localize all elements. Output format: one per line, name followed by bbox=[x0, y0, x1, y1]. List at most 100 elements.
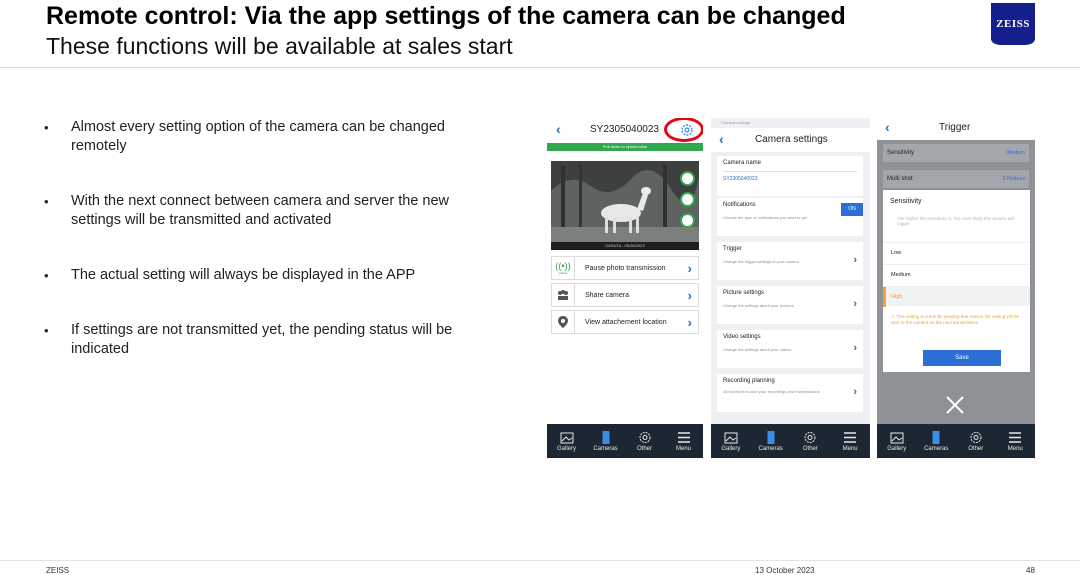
tab-label: Other bbox=[968, 445, 984, 452]
back-arrow-icon[interactable]: ‹ bbox=[719, 131, 724, 147]
tab-gallery[interactable]: Gallery bbox=[711, 431, 751, 452]
tab-label: Other bbox=[802, 445, 818, 452]
save-button[interactable]: Save bbox=[923, 350, 1001, 366]
bullet-list: Almost every setting option of the camer… bbox=[44, 118, 484, 359]
trigger-card[interactable]: Trigger Change the trigger settings of y… bbox=[717, 242, 863, 280]
card-title: Notifications bbox=[723, 202, 756, 208]
bottom-tab-bar: Gallery Cameras Other Menu bbox=[711, 424, 870, 458]
bullet-item: Almost every setting option of the camer… bbox=[44, 118, 484, 156]
card-title: Trigger bbox=[723, 246, 742, 252]
tab-label: Gallery bbox=[721, 445, 741, 452]
tab-cameras[interactable]: Cameras bbox=[751, 430, 791, 452]
option-medium[interactable]: Medium bbox=[883, 264, 1030, 284]
row-label: Pause photo transmission bbox=[585, 264, 666, 272]
camera-id: SY2305040023 bbox=[590, 124, 659, 135]
tab-label: Menu bbox=[675, 445, 691, 452]
phone-trigger-settings: ‹ Trigger Sensitivity Medium Multi shot … bbox=[877, 118, 1035, 458]
sensitivity-row[interactable]: Sensitivity Medium bbox=[883, 144, 1029, 162]
people-icon bbox=[552, 284, 575, 306]
back-arrow-icon[interactable]: ‹ bbox=[885, 119, 890, 135]
bottom-tab-bar: Gallery Cameras Other Menu bbox=[547, 424, 703, 458]
tab-cameras[interactable]: Cameras bbox=[586, 430, 625, 452]
tab-menu[interactable]: Menu bbox=[830, 431, 870, 452]
phone-camera-detail: ‹ SY2305040023 Pull down to synchronize … bbox=[547, 118, 703, 458]
camera-name-card[interactable]: Camera name SY2305040023 bbox=[717, 156, 863, 196]
signal-icon[interactable] bbox=[680, 192, 695, 207]
chevron-right-icon: › bbox=[687, 287, 692, 303]
tab-label: Cameras bbox=[924, 445, 949, 452]
tab-label: Menu bbox=[842, 445, 858, 452]
sd-card-icon[interactable] bbox=[680, 171, 695, 186]
notifications-toggle[interactable]: ON bbox=[841, 203, 863, 216]
footer-date: 13 October 2023 bbox=[755, 566, 815, 575]
tab-other[interactable]: Other bbox=[791, 431, 831, 452]
gear-icon bbox=[804, 431, 816, 443]
tab-gallery[interactable]: Gallery bbox=[547, 431, 586, 452]
picture-settings-card[interactable]: Picture settings Change the settings abo… bbox=[717, 286, 863, 324]
hamburger-icon bbox=[844, 431, 857, 443]
battery-icon[interactable] bbox=[680, 213, 695, 228]
notifications-card[interactable]: Notifications Choose the type of notific… bbox=[717, 198, 863, 236]
tab-gallery[interactable]: Gallery bbox=[877, 431, 917, 452]
row-label: Share camera bbox=[585, 291, 629, 299]
photo-caption: 04/04/15 - 05/26/2023 bbox=[551, 242, 699, 250]
gear-icon bbox=[970, 431, 982, 443]
tab-cameras[interactable]: Cameras bbox=[917, 430, 957, 452]
tab-label: Other bbox=[636, 445, 652, 452]
zeiss-logo-text: ZEISS bbox=[996, 18, 1030, 30]
card-description: All functions to plan your recordings an… bbox=[723, 389, 820, 394]
chevron-right-icon: › bbox=[853, 298, 857, 310]
bullet-item: If settings are not transmitted yet, the… bbox=[44, 321, 484, 359]
row-key: Multi shot bbox=[887, 176, 913, 182]
online-status: Online bbox=[558, 271, 568, 275]
row-label: View attachement location bbox=[585, 318, 667, 326]
camera-photo[interactable] bbox=[551, 161, 699, 249]
camera-icon bbox=[767, 430, 775, 444]
bullet-item: With the next connect between camera and… bbox=[44, 192, 484, 230]
tab-other[interactable]: Other bbox=[625, 431, 664, 452]
share-camera-row[interactable]: Share camera › bbox=[551, 283, 699, 307]
camera-name-field[interactable]: SY2305040023 bbox=[723, 171, 857, 182]
sensitivity-modal: Sensitivity The higher the sensitivity i… bbox=[883, 190, 1030, 372]
tab-other[interactable]: Other bbox=[956, 431, 996, 452]
gallery-icon bbox=[560, 432, 573, 443]
sync-banner[interactable]: Pull down to synchronize bbox=[547, 143, 703, 151]
option-low[interactable]: Low bbox=[883, 242, 1030, 262]
zeiss-logo: ZEISS bbox=[991, 3, 1035, 45]
back-arrow-icon[interactable]: ‹ bbox=[556, 121, 561, 137]
camera-icon bbox=[602, 430, 609, 444]
tab-label: Cameras bbox=[758, 445, 783, 452]
tab-label: Menu bbox=[1007, 445, 1023, 452]
option-high[interactable]: High bbox=[883, 286, 1030, 307]
recording-planning-card[interactable]: Recording planning All functions to plan… bbox=[717, 374, 863, 412]
view-location-row[interactable]: View attachement location › bbox=[551, 310, 699, 334]
warning-text: This setting is currently pending due re… bbox=[891, 314, 1020, 325]
settings-title: Camera settings bbox=[755, 134, 828, 145]
row-value: 5 Pictures bbox=[1002, 176, 1025, 182]
tab-label: Gallery bbox=[556, 445, 576, 452]
close-icon[interactable] bbox=[944, 394, 966, 416]
row-key: Sensitivity bbox=[887, 150, 915, 156]
gallery-icon bbox=[724, 432, 738, 443]
chevron-right-icon: › bbox=[687, 314, 692, 330]
footer-divider bbox=[0, 560, 1080, 561]
multishot-row[interactable]: Multi shot 5 Pictures bbox=[883, 170, 1029, 188]
card-description: Change the settings about your videos bbox=[723, 347, 792, 352]
bullet-item: The actual setting will always be displa… bbox=[44, 266, 484, 285]
card-description: Change the settings about your pictures bbox=[723, 303, 794, 308]
card-title: Recording planning bbox=[723, 378, 775, 384]
trigger-title: Trigger bbox=[939, 122, 971, 133]
tab-menu[interactable]: Menu bbox=[664, 431, 703, 452]
gallery-icon bbox=[890, 432, 904, 443]
chevron-right-icon: › bbox=[853, 342, 857, 354]
chevron-right-icon: › bbox=[687, 260, 692, 276]
chevron-right-icon: › bbox=[853, 254, 857, 266]
card-title: Camera name bbox=[723, 160, 762, 166]
video-settings-card[interactable]: Video settings Change the settings about… bbox=[717, 330, 863, 368]
card-title: Picture settings bbox=[723, 290, 765, 296]
location-pin-icon bbox=[552, 311, 575, 333]
row-value: Medium bbox=[1007, 150, 1025, 156]
signal-icon: ((•)) Online bbox=[552, 257, 575, 279]
pause-transmission-row[interactable]: ((•)) Online Pause photo transmission › bbox=[551, 256, 699, 280]
tab-menu[interactable]: Menu bbox=[996, 431, 1036, 452]
